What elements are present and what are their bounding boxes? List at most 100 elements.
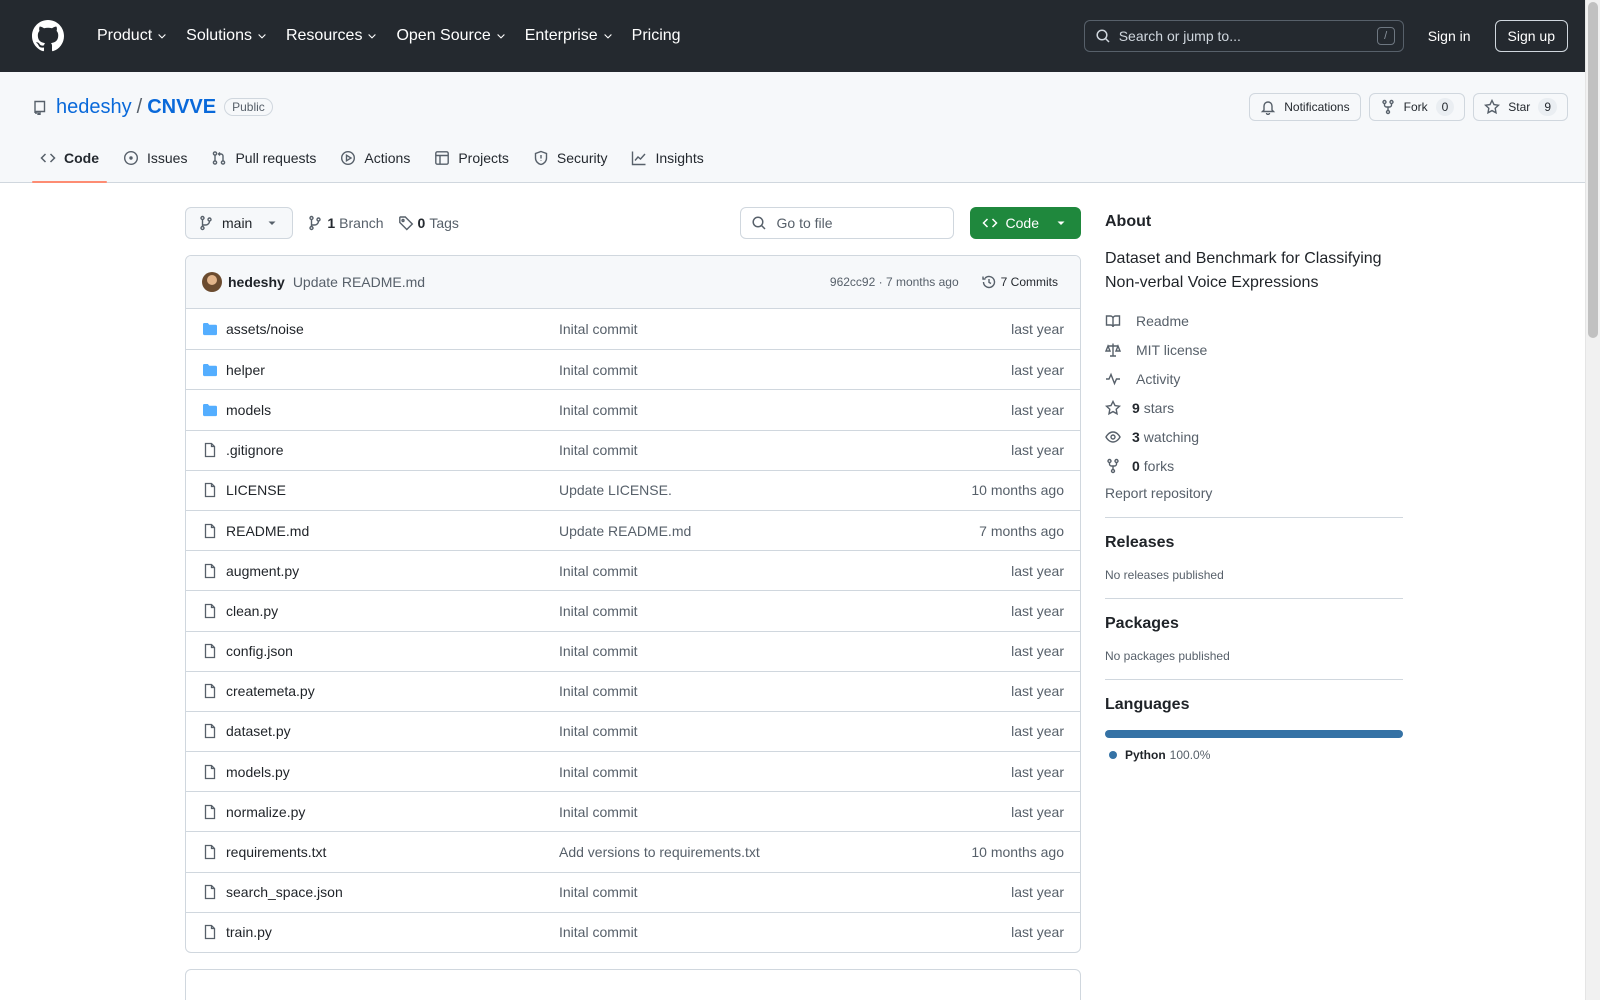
sign-up-button[interactable]: Sign up (1494, 20, 1568, 52)
releases-section: Releases No releases published (1105, 517, 1403, 598)
file-name-link[interactable]: createmeta.py (226, 683, 559, 699)
releases-heading[interactable]: Releases (1105, 534, 1403, 552)
file-name-link[interactable]: requirements.txt (226, 844, 559, 860)
table-row[interactable]: config.json Inital commit last year (186, 630, 1080, 671)
file-name-link[interactable]: normalize.py (226, 804, 559, 820)
file-name-link[interactable]: augment.py (226, 563, 559, 579)
file-name-link[interactable]: models (226, 402, 559, 418)
table-row[interactable]: assets/noise Inital commit last year (186, 309, 1080, 349)
branch-select-button[interactable]: main (185, 207, 294, 239)
file-commit-message-link[interactable]: Inital commit (559, 603, 1011, 619)
tab-insights[interactable]: Insights (623, 134, 711, 182)
table-row[interactable]: .gitignore Inital commit last year (186, 429, 1080, 470)
commit-meta[interactable]: 962cc92 · 7 months ago (830, 275, 959, 289)
notifications-button[interactable]: Notifications (1249, 93, 1361, 121)
github-logo-icon[interactable] (32, 20, 64, 52)
commit-author-link[interactable]: hedeshy (228, 274, 285, 290)
file-commit-message-link[interactable]: Inital commit (559, 804, 1011, 820)
file-name-link[interactable]: search_space.json (226, 884, 559, 900)
license-link[interactable]: MIT license (1105, 340, 1403, 360)
file-commit-message-link[interactable]: Inital commit (559, 723, 1011, 739)
triangle-down-icon (1057, 221, 1065, 225)
nav-pricing[interactable]: Pricing (623, 20, 690, 52)
page-scrollbar[interactable] (1585, 0, 1600, 1000)
file-commit-message-link[interactable]: Inital commit (559, 643, 1011, 659)
file-commit-time: last year (1011, 763, 1064, 780)
nav-enterprise[interactable]: Enterprise (516, 20, 623, 52)
fork-button[interactable]: Fork 0 (1368, 93, 1466, 121)
table-row[interactable]: normalize.py Inital commit last year (186, 791, 1080, 831)
file-name-link[interactable]: LICENSE (226, 482, 559, 498)
tags-link[interactable]: 0 Tags (398, 215, 459, 231)
nav-open-source[interactable]: Open Source (387, 20, 515, 52)
file-name-link[interactable]: README.md (226, 523, 559, 539)
tab-issues[interactable]: Issues (115, 134, 195, 182)
report-repository-link[interactable]: Report repository (1105, 485, 1403, 501)
file-commit-time: last year (1011, 683, 1064, 700)
file-commit-message-link[interactable]: Inital commit (559, 402, 1011, 418)
table-row[interactable]: createmeta.py Inital commit last year (186, 670, 1080, 711)
stars-link[interactable]: 9 stars (1105, 398, 1403, 418)
language-item[interactable]: Python 100.0% (1105, 748, 1403, 762)
readme-link[interactable]: Readme (1105, 311, 1403, 331)
commit-message-link[interactable]: Update README.md (293, 274, 425, 290)
file-commit-message-link[interactable]: Inital commit (559, 683, 1011, 699)
branches-link[interactable]: 1 Branch (307, 215, 384, 231)
forks-link[interactable]: 0 forks (1105, 456, 1403, 476)
packages-heading[interactable]: Packages (1105, 615, 1403, 633)
go-to-file-input[interactable]: Go to file (739, 207, 954, 239)
file-name-link[interactable]: train.py (226, 924, 559, 940)
table-row[interactable]: models Inital commit last year (186, 389, 1080, 429)
file-name-link[interactable]: clean.py (226, 603, 559, 619)
table-row[interactable]: clean.py Inital commit last year (186, 590, 1080, 630)
table-row[interactable]: augment.py Inital commit last year (186, 550, 1080, 590)
shield-icon (534, 150, 548, 166)
file-commit-message-link[interactable]: Update LICENSE. (559, 482, 971, 498)
file-commit-message-link[interactable]: Inital commit (559, 764, 1011, 780)
tab-pull-requests[interactable]: Pull requests (203, 134, 324, 182)
avatar[interactable] (202, 272, 222, 292)
chevron-down-icon (496, 34, 505, 39)
tab-projects[interactable]: Projects (426, 134, 517, 182)
star-button[interactable]: Star 9 (1473, 93, 1568, 121)
activity-link[interactable]: Activity (1105, 369, 1403, 389)
file-name-link[interactable]: assets/noise (226, 321, 559, 337)
sign-in-link[interactable]: Sign in (1428, 28, 1471, 44)
file-name-link[interactable]: helper (226, 362, 559, 378)
code-dropdown-button[interactable]: Code (969, 207, 1081, 239)
file-commit-message-link[interactable]: Inital commit (559, 321, 1011, 337)
table-row[interactable]: models.py Inital commit last year (186, 751, 1080, 791)
file-name-link[interactable]: models.py (226, 764, 559, 780)
table-row[interactable]: README.md Update README.md 7 months ago (186, 509, 1080, 550)
table-row[interactable]: train.py Inital commit last year (186, 911, 1080, 952)
table-row[interactable]: helper Inital commit last year (186, 349, 1080, 389)
table-row[interactable]: requirements.txt Add versions to requirem… (186, 831, 1080, 871)
play-icon (341, 150, 356, 166)
nav-resources[interactable]: Resources (277, 20, 387, 52)
global-search-input[interactable]: Search or jump to... / (1083, 20, 1404, 52)
file-name-link[interactable]: .gitignore (226, 442, 559, 458)
table-row[interactable]: search_space.json Inital commit last year (186, 871, 1080, 912)
watching-link[interactable]: 3 watching (1105, 427, 1403, 447)
file-commit-message-link[interactable]: Inital commit (559, 442, 1011, 458)
file-name-link[interactable]: config.json (226, 643, 559, 659)
repo-owner-link[interactable]: hedeshy (56, 96, 132, 119)
scrollbar-thumb[interactable] (1588, 2, 1598, 338)
file-commit-message-link[interactable]: Inital commit (559, 362, 1011, 378)
file-commit-message-link[interactable]: Add versions to requirements.txt (559, 844, 971, 860)
file-commit-message-link[interactable]: Update README.md (559, 523, 979, 539)
commits-link[interactable]: 7 Commits (975, 274, 1064, 290)
file-commit-message-link[interactable]: Inital commit (559, 884, 1011, 900)
repo-name-link[interactable]: CNVVE (147, 96, 216, 119)
table-row[interactable]: LICENSE Update LICENSE. 10 months ago (186, 469, 1080, 510)
file-commit-message-link[interactable]: Inital commit (559, 563, 1011, 579)
table-row[interactable]: dataset.py Inital commit last year (186, 710, 1080, 751)
file-commit-message-link[interactable]: Inital commit (559, 924, 1011, 940)
tab-actions[interactable]: Actions (332, 134, 418, 182)
tab-code[interactable]: Code (32, 134, 107, 183)
folder-icon (203, 403, 217, 417)
tab-security[interactable]: Security (525, 134, 616, 182)
nav-solutions[interactable]: Solutions (177, 20, 277, 52)
file-name-link[interactable]: dataset.py (226, 723, 559, 739)
nav-product[interactable]: Product (88, 20, 177, 52)
